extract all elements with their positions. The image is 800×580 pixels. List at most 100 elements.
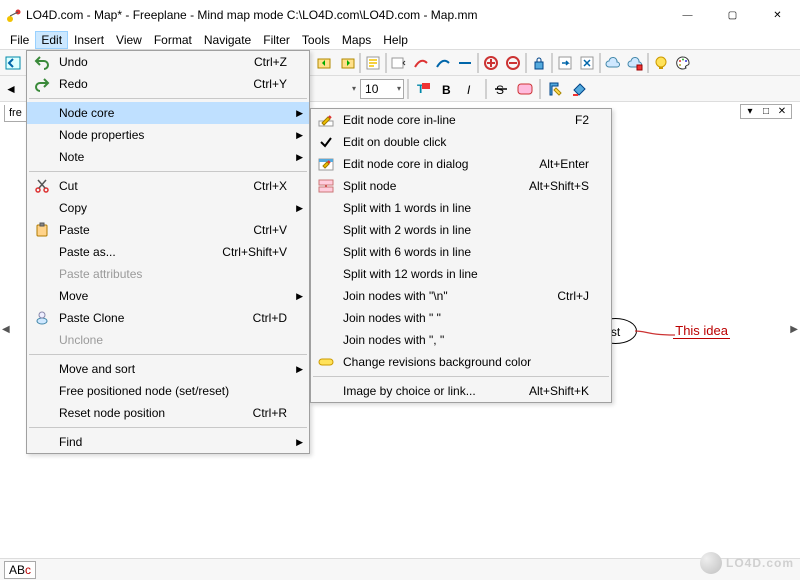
menu-maps[interactable]: Maps (336, 31, 377, 49)
menu-file[interactable]: File (4, 31, 35, 49)
tab-left[interactable]: ◄ (0, 82, 22, 96)
idea-icon[interactable] (650, 52, 672, 74)
menuitem-edit-node-core-in-line[interactable]: Edit node core in-lineF2 (311, 109, 611, 131)
add-icon[interactable] (480, 52, 502, 74)
menuitem-free-positioned-node-set-reset[interactable]: Free positioned node (set/reset) (27, 380, 309, 402)
menuitem-join-nodes-with[interactable]: Join nodes with ", " (311, 329, 611, 351)
menuitem-split-with-12-words-in-line[interactable]: Split with 12 words in line (311, 263, 611, 285)
menuitem-cut[interactable]: CutCtrl+X (27, 175, 309, 197)
blank-icon (315, 307, 337, 329)
zoom-combo[interactable] (388, 52, 410, 74)
tool-prev-button[interactable] (2, 52, 24, 74)
menuitem-paste-clone[interactable]: Paste CloneCtrl+D (27, 307, 309, 329)
branch2-icon[interactable] (454, 52, 476, 74)
menu-edit[interactable]: Edit (35, 31, 68, 49)
minimize-button[interactable]: — (665, 0, 710, 30)
spellcheck-indicator[interactable]: ABc (4, 561, 36, 579)
menuitem-accel: Ctrl+V (253, 223, 287, 237)
blank-icon (315, 219, 337, 241)
menuitem-node-core[interactable]: Node core▶ (27, 102, 309, 124)
menuitem-image-by-choice-or-link[interactable]: Image by choice or link...Alt+Shift+K (311, 380, 611, 402)
svg-text:S: S (496, 83, 504, 97)
menubar: File Edit Insert View Format Navigate Fi… (0, 30, 800, 50)
menuitem-label: Find (59, 435, 82, 449)
tab-window-controls: ▾ □ ✕ (740, 104, 792, 119)
menu-format[interactable]: Format (148, 31, 198, 49)
blank-icon (31, 241, 53, 263)
menuitem-join-nodes-with[interactable]: Join nodes with " " (311, 307, 611, 329)
note-icon[interactable] (362, 52, 384, 74)
menuitem-label: Paste (59, 223, 90, 237)
blank-icon (31, 285, 53, 307)
menuitem-split-with-6-words-in-line[interactable]: Split with 6 words in line (311, 241, 611, 263)
cloud-color-icon[interactable] (624, 52, 646, 74)
paste-format-icon[interactable] (568, 78, 590, 100)
menuitem-paste[interactable]: Paste Ctrl+V (27, 219, 309, 241)
branch-icon[interactable] (432, 52, 454, 74)
submenu-arrow-icon: ▶ (296, 130, 303, 141)
maximize-button[interactable]: ▢ (710, 0, 755, 30)
menuitem-edit-node-core-in-dialog[interactable]: Edit node core in dialogAlt+Enter (311, 153, 611, 175)
bold-button[interactable]: B (436, 78, 458, 100)
menuitem-move-and-sort[interactable]: Move and sort▶ (27, 358, 309, 380)
menuitem-find[interactable]: Find▶ (27, 431, 309, 453)
encrypt-icon[interactable] (528, 52, 550, 74)
menuitem-label: Image by choice or link... (343, 384, 476, 398)
font-dropdown-arrow[interactable]: ▾ (350, 84, 358, 93)
menuitem-redo[interactable]: RedoCtrl+Y (27, 73, 309, 95)
folder-next-icon[interactable] (336, 52, 358, 74)
menuitem-copy[interactable]: Copy▶ (27, 197, 309, 219)
palette-icon[interactable] (672, 52, 694, 74)
menuitem-note[interactable]: Note▶ (27, 146, 309, 168)
menuitem-split-with-2-words-in-line[interactable]: Split with 2 words in line (311, 219, 611, 241)
child-node[interactable]: This idea (673, 323, 730, 339)
mindmap-node-root[interactable]: st This idea (594, 318, 730, 344)
menuitem-paste-as[interactable]: Paste as...Ctrl+Shift+V (27, 241, 309, 263)
goto2-icon[interactable] (576, 52, 598, 74)
font-size-value: 10 (365, 82, 378, 96)
branch-red-icon[interactable] (410, 52, 432, 74)
menuitem-undo[interactable]: UndoCtrl+Z (27, 51, 309, 73)
menuitem-split-node[interactable]: Split nodeAlt+Shift+S (311, 175, 611, 197)
menu-insert[interactable]: Insert (68, 31, 110, 49)
menu-navigate[interactable]: Navigate (198, 31, 257, 49)
chevron-down-icon: ▾ (393, 84, 401, 93)
menuitem-accel: Ctrl+Z (254, 55, 287, 69)
copy-format-icon[interactable] (544, 78, 566, 100)
menu-tools[interactable]: Tools (296, 31, 336, 49)
menuitem-move[interactable]: Move▶ (27, 285, 309, 307)
svg-text:I: I (467, 83, 471, 97)
menu-filter[interactable]: Filter (257, 31, 296, 49)
menuitem-label: Edit on double click (343, 135, 446, 149)
tab-close-icon[interactable]: ✕ (775, 106, 789, 117)
font-size-combo[interactable]: 10 ▾ (360, 79, 404, 99)
menuitem-label: Note (59, 150, 84, 164)
folder-prev-icon[interactable] (314, 52, 336, 74)
menu-view[interactable]: View (110, 31, 148, 49)
menuitem-split-with-1-words-in-line[interactable]: Split with 1 words in line (311, 197, 611, 219)
menu-help[interactable]: Help (377, 31, 414, 49)
node-bg-icon[interactable] (514, 78, 536, 100)
menuitem-change-revisions-background-color[interactable]: Change revisions background color (311, 351, 611, 373)
menuitem-join-nodes-with-n[interactable]: Join nodes with "\n"Ctrl+J (311, 285, 611, 307)
strike-button[interactable]: S (490, 78, 512, 100)
close-button[interactable]: ✕ (755, 0, 800, 30)
menuitem-reset-node-position[interactable]: Reset node positionCtrl+R (27, 402, 309, 424)
goto-icon[interactable] (554, 52, 576, 74)
menuitem-label: Join nodes with "\n" (343, 289, 448, 303)
scroll-left-arrow[interactable]: ◀ (2, 324, 10, 335)
remove-icon[interactable] (502, 52, 524, 74)
submenu-arrow-icon: ▶ (296, 291, 303, 302)
tab-minimize-icon[interactable]: ▾ (743, 106, 757, 117)
undo-icon (31, 51, 53, 73)
cloud-icon[interactable] (602, 52, 624, 74)
italic-button[interactable]: I (460, 78, 482, 100)
scroll-right-arrow[interactable]: ▶ (790, 324, 798, 335)
blank-icon (31, 358, 53, 380)
split-icon (315, 175, 337, 197)
document-tab[interactable]: fre (4, 105, 27, 122)
font-color-icon[interactable]: T (412, 78, 434, 100)
menuitem-edit-on-double-click[interactable]: Edit on double click (311, 131, 611, 153)
tab-maximize-icon[interactable]: □ (759, 106, 773, 117)
menuitem-node-properties[interactable]: Node properties▶ (27, 124, 309, 146)
